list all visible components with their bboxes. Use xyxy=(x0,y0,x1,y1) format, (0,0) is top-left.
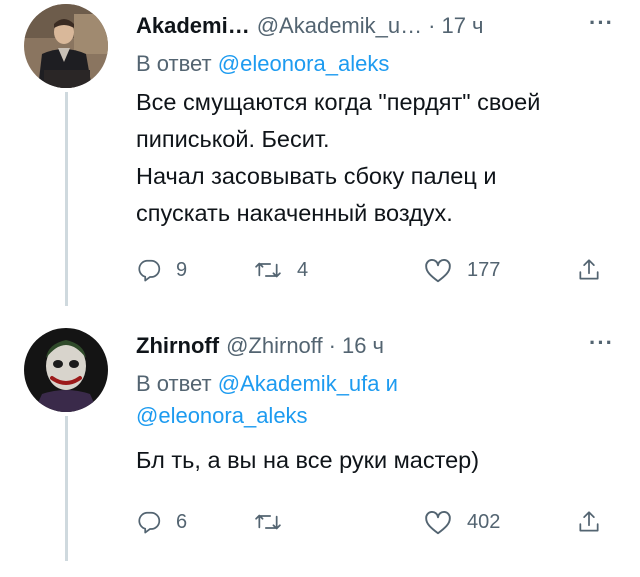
reply-prefix: В ответ xyxy=(136,371,212,396)
tweet-header: Akademi… @Akademik_u… · 17 ч xyxy=(136,12,614,40)
reply-button[interactable]: 9 xyxy=(136,252,187,288)
tweet-body: Akademi… @Akademik_u… · 17 ч ··· В ответ… xyxy=(136,10,614,232)
reply-icon xyxy=(138,259,161,282)
mention-link[interactable]: @eleonora_aleks xyxy=(136,403,308,428)
separator-dot: · xyxy=(428,13,436,38)
reply-button[interactable]: 6 xyxy=(136,504,187,540)
share-button[interactable] xyxy=(576,504,602,540)
tweet[interactable]: Akademi… @Akademik_u… · 17 ч ··· В ответ… xyxy=(0,0,640,306)
user-handle[interactable]: @Zhirnoff xyxy=(226,332,323,360)
reply-icon xyxy=(138,511,161,534)
reply-count: 9 xyxy=(176,258,188,281)
tweet-text-line: Все смущаются когда "пердят" своей xyxy=(136,89,541,115)
tweet-text: Бл ть, а вы на все руки мастер) xyxy=(136,442,614,479)
action-bar: 9 4 177 xyxy=(136,252,616,288)
mention-link[interactable]: @eleonora_aleks xyxy=(218,51,390,76)
tweet-text: Все смущаются когда "пердят" своей пипис… xyxy=(136,84,614,232)
reply-count: 6 xyxy=(176,510,188,533)
share-button[interactable] xyxy=(576,252,602,288)
timestamp[interactable]: 17 ч xyxy=(441,12,483,40)
more-icon[interactable]: ··· xyxy=(589,10,614,36)
tweet-text-line: пиписькой. Бесит. xyxy=(136,126,330,152)
tweet[interactable]: Zhirnoff @Zhirnoff · 16 ч ··· В ответ @A… xyxy=(0,306,640,577)
like-count: 177 xyxy=(467,258,501,281)
avatar[interactable] xyxy=(24,4,108,88)
tweet-text-line: спускать накаченный воздух. xyxy=(136,200,453,226)
retweet-count: 4 xyxy=(297,258,309,281)
tweet-header: Zhirnoff @Zhirnoff · 16 ч xyxy=(136,332,614,360)
tweet-text-line: Начал засовывать сбоку палец и xyxy=(136,163,497,189)
reply-context: В ответ @Akademik_ufa и @eleonora_aleks xyxy=(136,368,614,432)
timestamp[interactable]: 16 ч xyxy=(342,332,384,360)
share-icon xyxy=(579,259,599,280)
like-button[interactable]: 177 xyxy=(423,252,500,288)
tweet-body: Zhirnoff @Zhirnoff · 16 ч ··· В ответ @A… xyxy=(136,330,614,479)
like-icon xyxy=(425,511,451,535)
like-icon xyxy=(425,259,451,283)
like-button[interactable]: 402 xyxy=(423,504,500,540)
retweet-button[interactable]: 4 xyxy=(253,252,308,288)
display-name[interactable]: Akademi… xyxy=(136,12,250,40)
avatar-image xyxy=(24,4,108,88)
display-name[interactable]: Zhirnoff xyxy=(136,332,219,360)
share-icon xyxy=(579,511,599,532)
retweet-icon xyxy=(255,514,281,530)
separator-dot: · xyxy=(328,333,336,358)
mention-link[interactable]: @Akademik_ufa xyxy=(218,371,380,396)
tweet-text-line: Бл ть, а вы на все руки мастер) xyxy=(136,447,480,473)
reply-prefix: В ответ xyxy=(136,51,212,76)
user-handle[interactable]: @Akademik_u… xyxy=(257,12,422,40)
reply-conjunction: и xyxy=(385,371,398,396)
retweet-button[interactable] xyxy=(253,504,297,540)
avatar[interactable] xyxy=(24,328,108,412)
thread-line xyxy=(65,416,68,561)
retweet-icon xyxy=(255,262,281,278)
thread-line xyxy=(65,92,68,306)
like-count: 402 xyxy=(467,510,501,533)
action-bar: 6 402 xyxy=(136,504,616,540)
reply-context: В ответ @eleonora_aleks xyxy=(136,48,614,80)
avatar-image xyxy=(24,328,108,412)
more-icon[interactable]: ··· xyxy=(589,330,614,356)
